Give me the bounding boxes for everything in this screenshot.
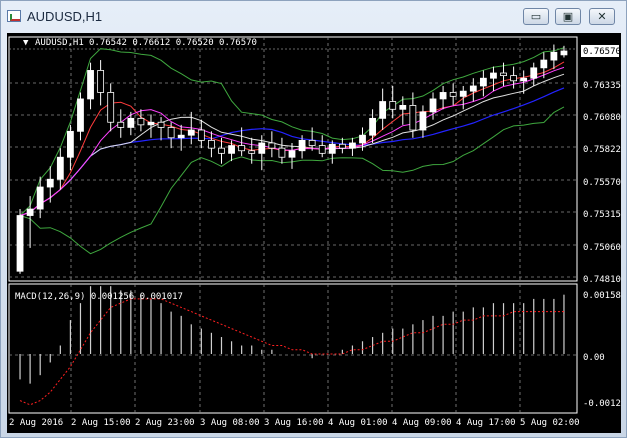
candle xyxy=(479,77,487,87)
candle xyxy=(177,134,185,139)
candle xyxy=(107,92,115,123)
candle xyxy=(399,105,407,110)
candle xyxy=(127,117,135,128)
macd-signal-line xyxy=(19,298,564,406)
price-label: 0.75060 xyxy=(583,243,621,253)
price-label: 0.75315 xyxy=(583,210,621,220)
time-label: 4 Aug 09:00 xyxy=(392,418,452,428)
candle xyxy=(540,59,548,69)
candle xyxy=(228,145,235,154)
chart-window-icon xyxy=(7,10,21,22)
candle xyxy=(550,51,558,61)
macd-axis: 0.001581 0.00 -0.001204 xyxy=(583,291,627,409)
time-label: 4 Aug 01:00 xyxy=(328,418,388,428)
candle xyxy=(268,142,276,149)
candle xyxy=(278,147,286,158)
candle xyxy=(157,121,165,128)
candle xyxy=(77,98,84,132)
candle xyxy=(510,75,518,82)
candle xyxy=(439,92,447,100)
candle xyxy=(500,72,507,77)
candle xyxy=(449,92,457,97)
title-bar[interactable]: AUDUSD,H1 ▭ ▣ ✕ xyxy=(1,1,626,33)
candle xyxy=(137,117,145,126)
candle xyxy=(187,129,195,136)
candle xyxy=(36,186,44,210)
price-label: 0.74810 xyxy=(583,275,621,285)
maximize-button[interactable]: ▣ xyxy=(555,8,581,25)
candle xyxy=(117,121,125,128)
time-label: 4 Aug 17:00 xyxy=(456,418,516,428)
candle xyxy=(520,77,528,82)
candle xyxy=(490,72,497,79)
candle xyxy=(258,142,266,154)
candle xyxy=(429,98,437,113)
candle xyxy=(218,147,225,154)
candle xyxy=(97,70,105,93)
candle xyxy=(530,67,538,79)
price-label: 0.75822 xyxy=(583,145,621,155)
candle xyxy=(469,85,477,92)
close-button[interactable]: ✕ xyxy=(589,8,615,25)
time-label: 5 Aug 02:00 xyxy=(520,418,580,428)
price-axis: 0.76335 0.76080 0.75822 0.75570 0.75315 … xyxy=(583,81,621,285)
candle xyxy=(560,50,568,56)
candle xyxy=(298,139,306,152)
window-title: AUDUSD,H1 xyxy=(27,9,103,24)
candle xyxy=(248,150,256,154)
candle xyxy=(419,111,427,131)
symbol-label: AUDUSD,H1 xyxy=(35,38,84,48)
time-axis: 2 Aug 2016 2 Aug 15:00 2 Aug 23:00 3 Aug… xyxy=(9,418,580,428)
candle xyxy=(87,70,94,100)
time-label: 2 Aug 2016 xyxy=(9,418,63,428)
candle xyxy=(369,117,376,136)
candle xyxy=(459,90,467,97)
candle xyxy=(308,139,316,146)
candle xyxy=(197,129,205,141)
candle xyxy=(389,101,397,110)
candle xyxy=(167,127,175,139)
candle xyxy=(26,208,34,216)
time-label: 3 Aug 08:00 xyxy=(200,418,260,428)
macd-label: MACD(12,26,9) 0.001256 0.001017 xyxy=(15,292,183,302)
chart-grid xyxy=(8,36,578,414)
price-label: 0.76335 xyxy=(583,81,621,91)
time-label: 2 Aug 23:00 xyxy=(135,418,195,428)
candle xyxy=(16,215,24,272)
candle xyxy=(46,178,54,188)
macd-axis-label: -0.001204 xyxy=(583,399,621,409)
macd-axis-label: 0.00 xyxy=(583,353,605,363)
chart-header-arrow: ▼ xyxy=(23,38,29,48)
candle xyxy=(56,156,64,180)
candle xyxy=(328,143,336,154)
ohlc-readout: 0.76542 0.76612 0.76520 0.76570 xyxy=(89,38,257,48)
chart-area[interactable]: ▼ AUDUSD,H1 0.76542 0.76612 0.76520 0.76… xyxy=(7,33,627,433)
current-price-label: 0.76570 xyxy=(583,47,621,57)
macd-axis-label: 0.001581 xyxy=(583,291,621,301)
candle xyxy=(147,121,155,126)
price-label: 0.75570 xyxy=(583,178,621,188)
macd-panel-frame xyxy=(8,283,578,414)
time-label: 2 Aug 15:00 xyxy=(71,418,131,428)
price-label: 0.76080 xyxy=(583,113,621,123)
candle xyxy=(349,142,356,149)
candle xyxy=(359,134,366,144)
candle xyxy=(409,105,417,131)
price-chart-svg[interactable]: ▼ AUDUSD,H1 0.76542 0.76612 0.76520 0.76… xyxy=(7,33,627,433)
candle xyxy=(379,101,387,119)
candle xyxy=(67,130,74,158)
candle xyxy=(238,145,246,152)
chart-window: AUDUSD,H1 ▭ ▣ ✕ ▼ AUDUSD,H1 0.76542 0.76… xyxy=(0,0,627,438)
minimize-button[interactable]: ▭ xyxy=(523,8,549,25)
candlesticks xyxy=(16,44,568,274)
time-label: 3 Aug 16:00 xyxy=(264,418,324,428)
macd-indicator xyxy=(19,286,565,406)
candle xyxy=(338,143,346,149)
candle xyxy=(318,145,326,154)
candle xyxy=(208,139,215,149)
candle xyxy=(288,150,296,158)
